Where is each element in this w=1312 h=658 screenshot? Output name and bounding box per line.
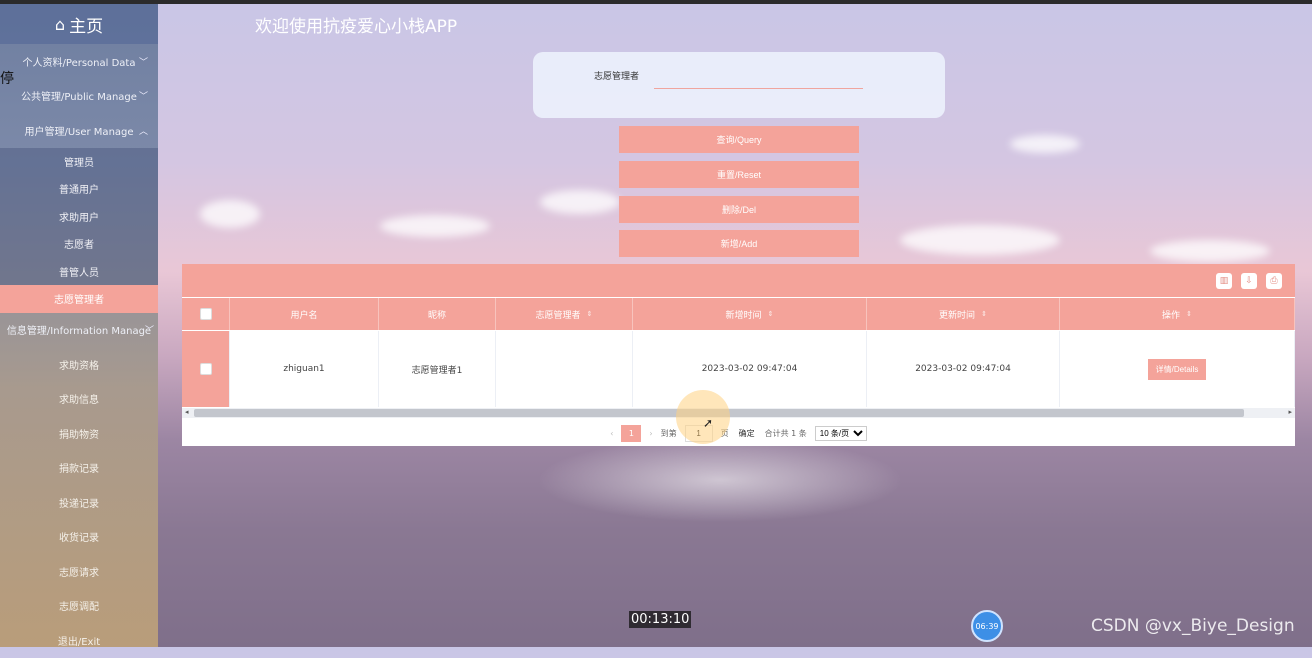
chevron-down-icon: ﹀: [138, 92, 148, 103]
row-checkbox[interactable]: [199, 363, 212, 375]
home-label: 主页: [69, 16, 104, 37]
sidebar-item-admin[interactable]: 管理员: [0, 148, 158, 176]
print-icon[interactable]: ⎙: [1266, 273, 1282, 289]
page-size-select[interactable]: 10 条/页: [814, 425, 867, 441]
table-toolbar: ▥ ⇩ ⎙: [182, 264, 1295, 297]
sidebar-item-donated-goods[interactable]: 捐助物资: [0, 416, 158, 451]
menu-label: 信息管理/Information Manage: [6, 326, 152, 338]
menu-label: 公共管理/Public Manage: [21, 92, 137, 104]
cell-actions: 详情/Details: [1060, 331, 1295, 407]
cloud-decoration: [900, 225, 1060, 255]
chevron-down-icon: ﹀: [138, 57, 148, 68]
search-label: 志愿管理者: [594, 72, 640, 82]
cloud-decoration: [1010, 135, 1080, 153]
select-all-cell: [182, 298, 230, 330]
sort-icon[interactable]: ⇕: [1186, 310, 1192, 318]
sidebar-item-volunteer-allocation[interactable]: 志愿调配: [0, 589, 158, 624]
sidebar-item-staff[interactable]: 普管人员: [0, 258, 158, 286]
reset-button[interactable]: 重置/Reset: [619, 161, 859, 188]
data-table-panel: ▥ ⇩ ⎙ 用户名 昵称 志愿管理者 ⇕ 新增时间 ⇕ 更新时间 ⇕ 操作 ⇕ zhig…: [182, 264, 1295, 446]
prev-page-icon[interactable]: ‹: [610, 429, 613, 438]
sidebar-item-volunteer-requests[interactable]: 志愿请求: [0, 554, 158, 589]
column-header-username[interactable]: 用户名: [230, 298, 379, 330]
recording-timer: 00:13:10: [629, 611, 692, 628]
column-label: 新增时间: [725, 310, 762, 321]
sidebar-item-delivery-records[interactable]: 投递记录: [0, 485, 158, 520]
sidebar-menu-personal-data[interactable]: 个人资料/Personal Data ﹀: [0, 44, 158, 79]
menu-label: 个人资料/Personal Data: [22, 57, 136, 69]
column-label: 昵称: [427, 310, 446, 321]
page-number-current[interactable]: 1: [621, 424, 642, 442]
column-label: 用户名: [290, 310, 318, 321]
cell-username: zhiguan1: [230, 331, 379, 407]
search-card: 志愿管理者: [533, 52, 945, 118]
column-header-nickname[interactable]: 昵称: [379, 298, 496, 330]
sidebar-menu-public-manage[interactable]: 公共管理/Public Manage ﹀: [0, 79, 158, 114]
sidebar-menu-user-manage[interactable]: 用户管理/User Manage ︿: [0, 113, 158, 148]
add-button[interactable]: 新增/Add: [619, 230, 859, 257]
sidebar-item-donation-records[interactable]: 捐款记录: [0, 451, 158, 486]
column-label: 志愿管理者: [535, 310, 581, 321]
sidebar-item-help-info[interactable]: 求助信息: [0, 382, 158, 417]
next-page-icon[interactable]: ›: [649, 429, 652, 438]
pagination: ‹ 1 › 到第 页 确定 合计共 1 条 10 条/页: [182, 424, 1295, 442]
table-header: 用户名 昵称 志愿管理者 ⇕ 新增时间 ⇕ 更新时间 ⇕ 操作 ⇕: [182, 298, 1295, 330]
cell-nickname: 志愿管理者1: [379, 331, 496, 407]
sidebar-menu-information-manage[interactable]: 信息管理/Information Manage ﹀: [0, 313, 158, 348]
column-label: 更新时间: [939, 310, 976, 321]
cell-created: 2023-03-02 09:47:04: [633, 331, 867, 407]
select-all-checkbox[interactable]: [199, 308, 212, 320]
user-manage-submenu: 管理员 普通用户 求助用户 志愿者 普管人员 志愿管理者: [0, 147, 158, 313]
sidebar-item-normal-user[interactable]: 普通用户: [0, 175, 158, 203]
sidebar-item-exit[interactable]: 退出/Exit: [0, 623, 158, 658]
details-button[interactable]: 详情/Details: [1147, 358, 1207, 380]
goto-label: 到第: [660, 428, 677, 438]
horizontal-scrollbar[interactable]: ◂ ▸: [182, 408, 1295, 418]
column-header-actions[interactable]: 操作 ⇕: [1060, 298, 1295, 330]
row-select-cell: [182, 331, 230, 407]
sidebar: ⌂ 主页 个人资料/Personal Data ﹀ 公共管理/Public Ma…: [0, 4, 158, 648]
scroll-left-icon[interactable]: ◂: [185, 408, 189, 416]
edge-glyph: 停: [0, 71, 14, 87]
sort-icon[interactable]: ⇕: [768, 310, 774, 318]
page-title: 欢迎使用抗疫爱心小栈APP: [255, 17, 458, 37]
search-input[interactable]: [654, 64, 863, 89]
sidebar-item-help-user[interactable]: 求助用户: [0, 203, 158, 231]
sidebar-item-receipt-records[interactable]: 收货记录: [0, 520, 158, 555]
mouse-cursor-icon: ➚: [703, 416, 714, 430]
column-header-manager[interactable]: 志愿管理者 ⇕: [496, 298, 633, 330]
column-label: 操作: [1162, 310, 1181, 321]
column-header-updated[interactable]: 更新时间 ⇕: [867, 298, 1060, 330]
chevron-up-icon: ︿: [138, 126, 148, 137]
goto-confirm-button[interactable]: 确定: [736, 427, 757, 439]
sidebar-item-help-qualification[interactable]: 求助资格: [0, 347, 158, 382]
sidebar-item-volunteer[interactable]: 志愿者: [0, 230, 158, 258]
clock-badge[interactable]: 06:39: [971, 610, 1003, 642]
sidebar-item-volunteer-manager[interactable]: 志愿管理者: [0, 285, 158, 313]
cloud-decoration: [200, 200, 260, 228]
delete-button[interactable]: 删除/Del: [619, 196, 859, 223]
column-header-created[interactable]: 新增时间 ⇕: [633, 298, 867, 330]
cell-manager: [496, 331, 633, 407]
scroll-right-icon[interactable]: ▸: [1288, 408, 1292, 416]
total-count: 合计共 1 条: [764, 428, 807, 438]
query-button[interactable]: 查询/Query: [619, 126, 859, 153]
home-icon: ⌂: [54, 14, 66, 34]
cloud-decoration: [1150, 240, 1270, 262]
export-icon[interactable]: ⇩: [1241, 273, 1257, 289]
sidebar-home[interactable]: ⌂ 主页: [0, 4, 158, 44]
watermark: CSDN @vx_Biye_Design: [1091, 616, 1295, 636]
top-strip: [0, 0, 1312, 4]
sort-icon[interactable]: ⇕: [587, 310, 593, 318]
cloud-decoration: [380, 215, 490, 237]
chevron-down-icon: ﹀: [144, 326, 154, 337]
sort-icon[interactable]: ⇕: [981, 310, 987, 318]
menu-label: 用户管理/User Manage: [24, 126, 134, 138]
cell-updated: 2023-03-02 09:47:04: [867, 331, 1060, 407]
table-row: zhiguan1 志愿管理者1 2023-03-02 09:47:04 2023…: [182, 331, 1295, 407]
cloud-decoration: [540, 190, 620, 214]
columns-icon[interactable]: ▥: [1216, 273, 1232, 289]
